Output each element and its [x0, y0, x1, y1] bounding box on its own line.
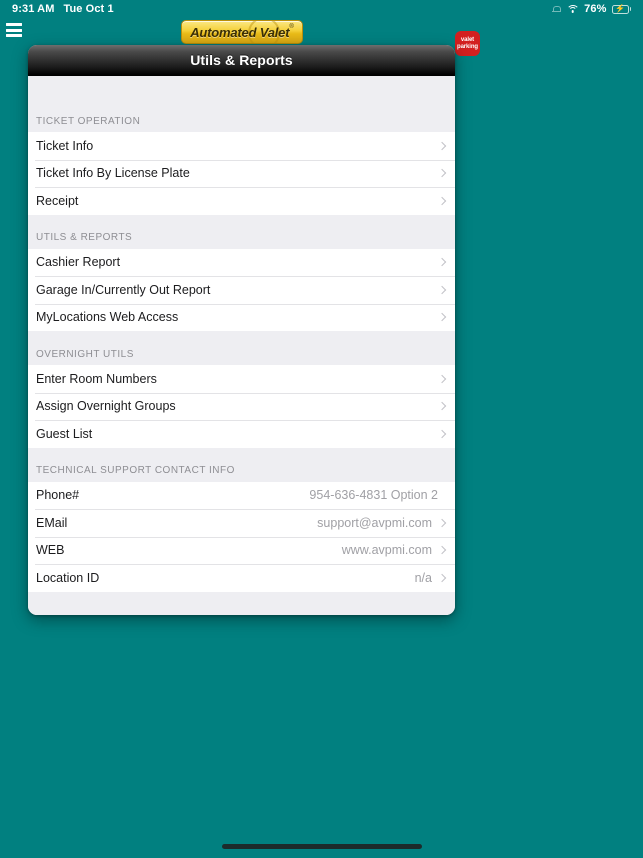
chevron-right-icon [439, 428, 446, 439]
page-title: Utils & Reports [190, 52, 293, 68]
utils-reports-panel: Utils & Reports TICKET OPERATION Ticket I… [28, 45, 455, 615]
brand-logo-trademark: ® [289, 24, 294, 30]
section-spacer [28, 331, 455, 343]
brand-logo-label: Automated Valet [190, 24, 290, 40]
list-item[interactable]: WEB www.avpmi.com [28, 536, 455, 564]
status-bar-right: 76% ⚡ [552, 3, 631, 15]
list-item[interactable]: EMail support@avpmi.com [28, 509, 455, 537]
chevron-right-icon [439, 168, 446, 179]
list-item-label: EMail [36, 515, 68, 530]
chevron-right-icon [439, 517, 446, 528]
status-date: Tue Oct 1 [63, 3, 114, 15]
battery-percent-label: 76% [584, 3, 607, 15]
chevron-right-icon [439, 257, 446, 268]
list-item-label: Enter Room Numbers [36, 371, 157, 386]
list-item[interactable]: Assign Overnight Groups [28, 392, 455, 420]
settings-list: TICKET OPERATION Ticket Info Ticket Info B… [28, 110, 455, 592]
chevron-right-icon [439, 545, 446, 556]
chevron-right-icon [439, 572, 446, 583]
list-item-label: Garage In/Currently Out Report [36, 282, 211, 297]
battery-charging-icon: ⚡ [611, 4, 631, 14]
home-indicator[interactable] [221, 844, 422, 849]
list-item-label: Location ID [36, 570, 100, 585]
section-header: UTILS & REPORTS [28, 226, 455, 249]
chevron-right-icon [439, 140, 446, 151]
list-item[interactable]: Ticket Info [28, 132, 455, 160]
app-bar: Automated Valet ® valet parking [0, 18, 643, 56]
list-item-label: Ticket Info [36, 138, 94, 153]
section-group: Cashier Report Garage In/Currently Out Re… [28, 248, 455, 331]
section-group: Enter Room Numbers Assign Overnight Group… [28, 365, 455, 448]
list-item-value: support@avpmi.com [317, 515, 432, 530]
list-item[interactable]: Guest List [28, 420, 455, 448]
status-bar: 9:31 AM Tue Oct 1 76% ⚡ [0, 0, 643, 18]
section-spacer [28, 214, 455, 227]
section-group: Phone# 954-636-4831 Option 2 EMail support@… [28, 481, 455, 592]
status-bar-left: 9:31 AM Tue Oct 1 [12, 3, 114, 15]
list-item[interactable]: Cashier Report [28, 248, 455, 276]
valet-badge-line-1: valet [460, 36, 475, 43]
panel-header: Utils & Reports [28, 45, 455, 76]
list-item-value: www.avpmi.com [341, 543, 432, 558]
list-item[interactable]: MyLocations Web Access [28, 303, 455, 331]
list-item-label: Assign Overnight Groups [36, 399, 176, 414]
list-item-label: Phone# [36, 488, 80, 503]
list-item[interactable]: Enter Room Numbers [28, 365, 455, 393]
list-item-label: MyLocations Web Access [36, 310, 179, 325]
panel-top-spacer [28, 76, 455, 110]
section-header: OVERNIGHT UTILS [28, 343, 455, 365]
list-item-label: Guest List [36, 426, 93, 441]
valet-parking-badge[interactable]: valet parking [455, 31, 480, 56]
chevron-right-icon [439, 312, 446, 323]
list-item[interactable]: Location ID n/a [28, 564, 455, 592]
chevron-right-icon [439, 284, 446, 295]
list-item[interactable]: Receipt [28, 187, 455, 215]
list-item[interactable]: Phone# 954-636-4831 Option 2 [28, 481, 455, 509]
hamburger-menu-icon[interactable] [6, 23, 22, 37]
bell-icon [552, 5, 562, 14]
panel-body: TICKET OPERATION Ticket Info Ticket Info B… [28, 76, 455, 615]
wifi-icon [566, 4, 580, 14]
list-item-label: Ticket Info By License Plate [36, 166, 190, 181]
section-header: TECHNICAL SUPPORT CONTACT INFO [28, 459, 455, 482]
valet-badge-line-2: parking [457, 43, 478, 50]
list-item-label: Cashier Report [36, 255, 121, 270]
list-item-label: WEB [36, 543, 65, 558]
status-time: 9:31 AM [12, 3, 55, 15]
section-spacer [28, 447, 455, 460]
automated-valet-logo: Automated Valet ® [181, 20, 303, 44]
chevron-right-icon [439, 373, 446, 384]
list-item[interactable]: Garage In/Currently Out Report [28, 276, 455, 304]
section-group: Ticket Info Ticket Info By License Plate R… [28, 132, 455, 215]
list-item-value: n/a [414, 570, 432, 585]
chevron-right-icon [439, 401, 446, 412]
list-item-value: 954-636-4831 Option 2 [309, 488, 438, 503]
section-header: TICKET OPERATION [28, 110, 455, 132]
list-item[interactable]: Ticket Info By License Plate [28, 159, 455, 187]
chevron-right-icon [439, 195, 446, 206]
list-item-label: Receipt [36, 193, 79, 208]
